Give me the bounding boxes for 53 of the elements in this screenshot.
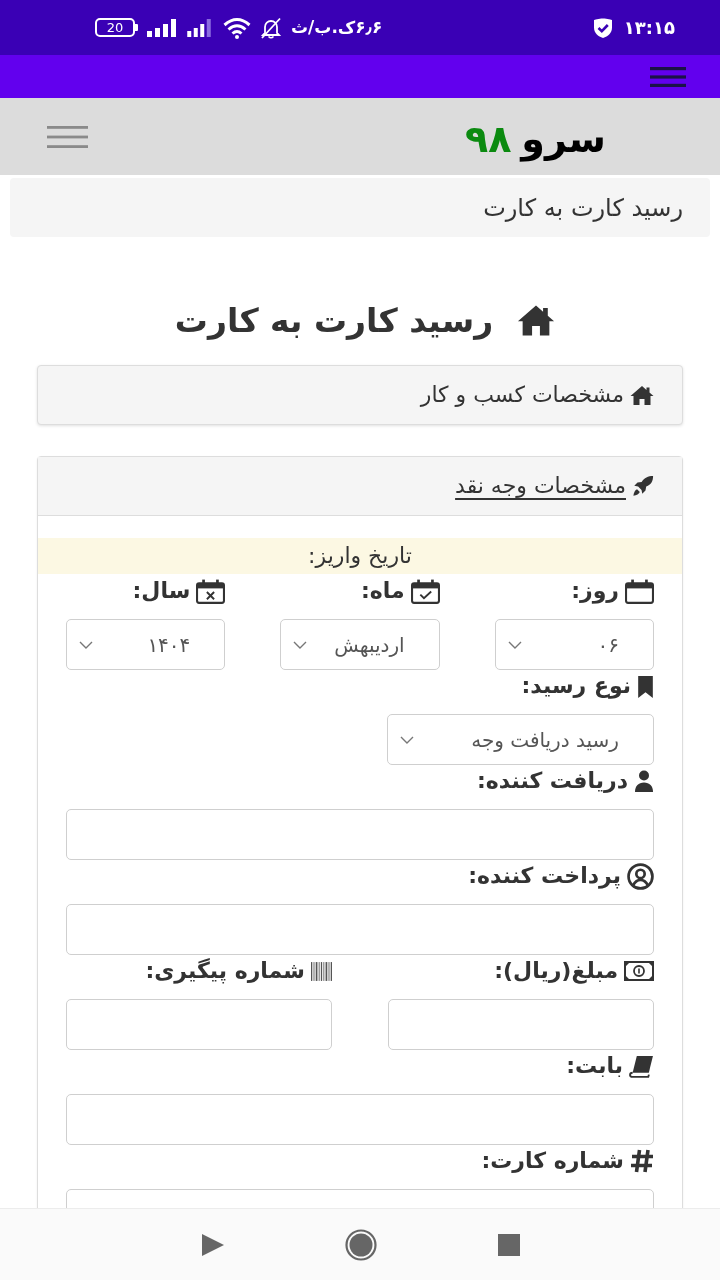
- house-icon: [630, 384, 654, 406]
- field-label: ماه:: [361, 580, 405, 602]
- text-input[interactable]: [66, 1094, 654, 1145]
- book-icon: [629, 1054, 654, 1078]
- field-label: شماره پیگیری:: [145, 960, 305, 982]
- wifi-icon: [223, 16, 251, 39]
- chevron-down-icon: [293, 640, 308, 649]
- text-input[interactable]: [66, 999, 332, 1050]
- house-icon: [517, 303, 556, 337]
- calendar-x-icon: [196, 578, 226, 604]
- user-icon: [634, 770, 654, 792]
- menu-icon[interactable]: [47, 125, 88, 148]
- clock-time: ۱۳:۱۵: [623, 16, 675, 40]
- signal-icon: [187, 18, 211, 37]
- bell-off-icon: [260, 16, 282, 39]
- field-label: روز:: [571, 580, 619, 602]
- hash-icon: [630, 1149, 654, 1173]
- signal-icon: [147, 18, 176, 37]
- user-circle-icon: [627, 862, 654, 890]
- field-label: سال:: [132, 580, 191, 602]
- rocket-icon: [632, 475, 654, 497]
- back-icon[interactable]: [202, 1233, 224, 1256]
- field-label: بابت:: [566, 1055, 623, 1077]
- panel-title-link[interactable]: مشخصات وجه نقد: [455, 469, 626, 503]
- recents-icon[interactable]: [498, 1233, 520, 1256]
- text-input[interactable]: [66, 809, 654, 860]
- field-label: پرداخت کننده:: [468, 865, 621, 887]
- chevron-down-icon: [79, 640, 93, 649]
- network-speed: ۶٫۶ک.ب/ث: [291, 16, 383, 37]
- menu-icon[interactable]: [650, 66, 686, 87]
- home-icon[interactable]: [345, 1228, 377, 1261]
- field-label: نوع رسید:: [521, 675, 631, 697]
- select-field[interactable]: ۱۴۰۴: [66, 619, 226, 670]
- text-input[interactable]: [388, 999, 654, 1050]
- section-label: تاریخ واریز:: [308, 545, 412, 567]
- bookmark-icon: [637, 674, 654, 698]
- calendar-icon: [625, 578, 654, 604]
- barcode-icon: [311, 961, 332, 981]
- battery-indicator: 20: [95, 18, 138, 37]
- breadcrumb-item: رسید کارت به کارت: [483, 192, 683, 224]
- banknote-icon: [624, 961, 654, 981]
- text-input[interactable]: [66, 904, 654, 955]
- chevron-down-icon: [400, 735, 414, 744]
- select-field[interactable]: ۰۶: [494, 619, 654, 670]
- calendar-check-icon: [410, 578, 440, 604]
- field-label: مبلغ(ریال):: [494, 960, 618, 982]
- logo-number: ۹۸: [464, 119, 512, 158]
- panel-title-link[interactable]: مشخصات کسب و کار: [420, 378, 624, 412]
- chevron-down-icon: [507, 640, 522, 649]
- field-label: دریافت کننده:: [476, 770, 628, 792]
- select-field[interactable]: اردیبهش: [280, 619, 440, 670]
- field-label: شماره کارت:: [481, 1150, 624, 1172]
- select-field[interactable]: رسید دریافت وجه: [387, 714, 654, 765]
